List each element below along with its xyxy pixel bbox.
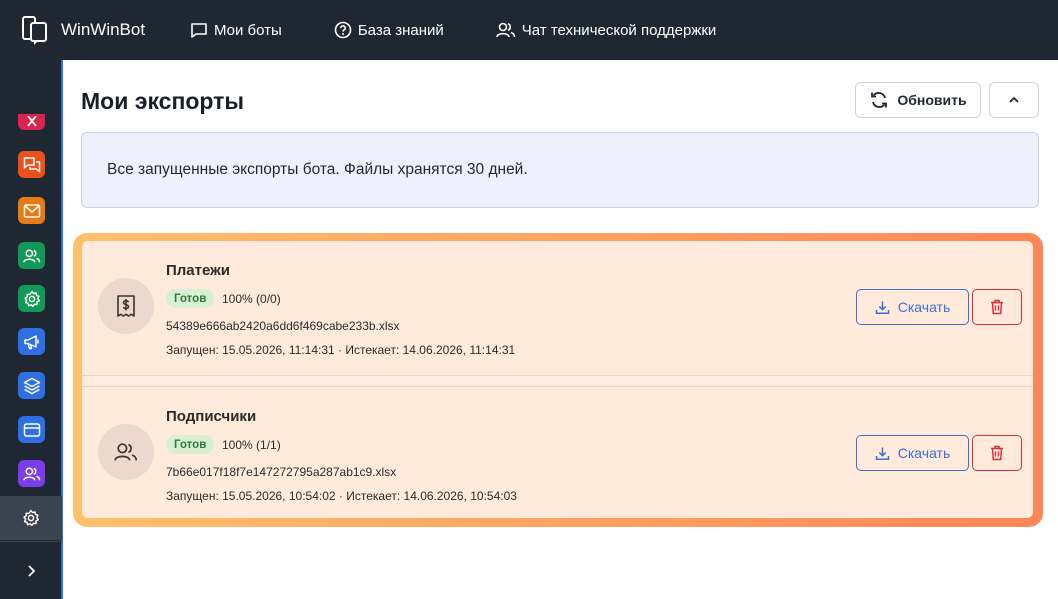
delete-button[interactable]: [972, 289, 1022, 325]
users-icon: [22, 466, 40, 480]
gear-icon: [23, 509, 39, 527]
export-avatar: [98, 278, 154, 334]
export-dates: Запущен: 15.05.2026, 10:54:02 · Истекает…: [166, 489, 517, 503]
question-circle-icon: [334, 21, 352, 39]
refresh-button[interactable]: Обновить: [855, 82, 981, 118]
info-text: Все запущенные экспорты бота. Файлы хран…: [107, 161, 528, 178]
card-icon: [23, 422, 40, 437]
sidebar: [0, 60, 63, 599]
gear-icon: [23, 290, 40, 307]
export-item: Платежи Готов 100% (0/0) 54389e666ab2420…: [82, 241, 1033, 375]
nav-knowledge-base[interactable]: База знаний: [334, 21, 444, 39]
export-progress: 100% (1/1): [222, 438, 281, 452]
item-divider: [82, 375, 1033, 387]
chats-icon: [23, 156, 40, 173]
sidebar-item-settings[interactable]: [18, 285, 45, 312]
nav-label: Чат технической поддержки: [521, 21, 717, 39]
users-icon: [495, 22, 516, 38]
users-icon: [114, 443, 138, 461]
users-icon: [22, 248, 40, 262]
sidebar-item-users[interactable]: [18, 242, 45, 269]
sidebar-separator: [0, 541, 62, 542]
sidebar-item-close[interactable]: [18, 114, 45, 130]
sidebar-item-layers[interactable]: [18, 372, 45, 399]
nav-support-chat[interactable]: Чат технической поддержки: [495, 21, 717, 39]
sidebar-item-settings-active[interactable]: [0, 496, 62, 540]
sidebar-item-broadcast[interactable]: [18, 328, 45, 355]
download-icon: [875, 447, 889, 460]
export-dates: Запущен: 15.05.2026, 11:14:31 · Истекает…: [166, 343, 516, 357]
trash-icon: [991, 299, 1003, 315]
chevron-right-icon: [28, 565, 36, 577]
download-icon: [875, 301, 889, 314]
status-badge: Готов: [166, 289, 215, 308]
delete-button[interactable]: [972, 435, 1022, 471]
megaphone-icon: [23, 334, 39, 349]
refresh-label: Обновить: [897, 92, 967, 108]
trash-icon: [991, 445, 1003, 461]
export-title: Подписчики: [166, 408, 257, 425]
receipt-dollar-icon: [117, 295, 135, 317]
refresh-icon: [871, 92, 888, 108]
sidebar-item-chats[interactable]: [18, 151, 45, 178]
app-name: WinWinBot: [61, 20, 146, 39]
chevron-up-icon: [1009, 96, 1019, 103]
download-label: Скачать: [897, 299, 951, 315]
export-item: Подписчики Готов 100% (1/1) 7b66e017f18f…: [82, 387, 1033, 521]
sidebar-item-team[interactable]: [18, 460, 45, 487]
logo-icon: [22, 16, 47, 45]
info-banner: Все запущенные экспорты бота. Файлы хран…: [81, 132, 1039, 208]
exports-list: Платежи Готов 100% (0/0) 54389e666ab2420…: [82, 241, 1033, 518]
download-label: Скачать: [897, 445, 951, 461]
close-icon: [26, 116, 37, 127]
status-badge: Готов: [166, 435, 215, 454]
download-button[interactable]: Скачать: [856, 289, 969, 325]
nav-label: База знаний: [357, 21, 444, 39]
export-filename: 7b66e017f18f7e147272795a287ab1c9.xlsx: [166, 465, 397, 479]
sidebar-item-mail[interactable]: [18, 197, 45, 224]
main-content: Мои экспорты Обновить Все запущенные экс…: [62, 60, 1058, 599]
download-button[interactable]: Скачать: [856, 435, 969, 471]
export-title: Платежи: [166, 262, 230, 279]
sidebar-item-payments[interactable]: [18, 416, 45, 443]
top-bar: WinWinBot Мои боты База знаний Чат техни…: [0, 0, 1058, 60]
brand[interactable]: WinWinBot: [22, 14, 190, 46]
page-title: Мои экспорты: [81, 88, 245, 114]
export-filename: 54389e666ab2420a6dd6f469cabe233b.xlsx: [166, 319, 400, 333]
mail-icon: [23, 203, 40, 218]
collapse-button[interactable]: [989, 82, 1039, 118]
nav-my-bots[interactable]: Мои боты: [190, 21, 282, 39]
layers-icon: [23, 377, 40, 394]
nav-label: Мои боты: [214, 21, 282, 39]
export-avatar: [98, 424, 154, 480]
chat-bubble-icon: [191, 23, 207, 38]
export-progress: 100% (0/0): [222, 292, 281, 306]
sidebar-expand-button[interactable]: [0, 549, 62, 593]
